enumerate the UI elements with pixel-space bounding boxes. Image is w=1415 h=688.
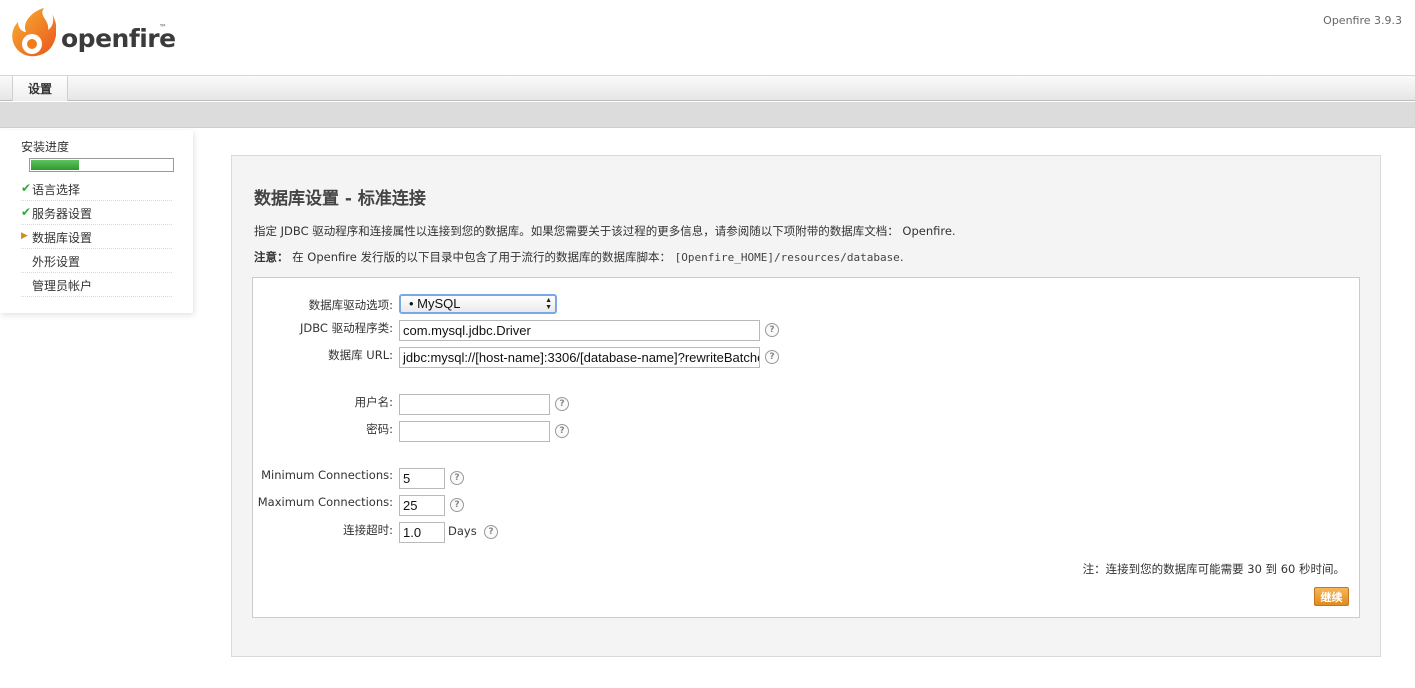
setup-progress-sidebar: 安装进度 ✔ 语言选择 ✔ 服务器设置 ▶ 数据库设置 外形设置 管理员帐户: [0, 130, 193, 313]
sidebar-item-label: 管理员帐户: [32, 279, 93, 293]
sidebar-item-server[interactable]: ✔ 服务器设置: [21, 201, 172, 225]
min-connections-label: Minimum Connections:: [261, 468, 393, 482]
help-icon[interactable]: ?: [450, 498, 464, 512]
help-icon[interactable]: ?: [555, 424, 569, 438]
timeout-label: 连接超时:: [343, 523, 393, 537]
intro-text: 指定 JDBC 驱动程序和连接属性以连接到您的数据库。如果您需要关于该过程的更多…: [254, 224, 956, 238]
check-icon: ✔: [21, 205, 32, 219]
version-label: Openfire 3.9.3: [1323, 14, 1402, 27]
sidebar-item-label: 外形设置: [32, 255, 81, 269]
db-url-label: 数据库 URL:: [328, 348, 393, 362]
note-body: 在 Openfire 发行版的以下目录中包含了用于流行的数据库的数据库脚本：: [292, 250, 671, 264]
sidebar-item-admin-account: 管理员帐户: [21, 273, 172, 297]
sidebar-item-database[interactable]: ▶ 数据库设置: [21, 225, 172, 249]
select-arrows-icon: ▲ ▼: [545, 297, 552, 311]
trademark: ™: [159, 23, 167, 32]
username-label: 用户名:: [354, 395, 393, 409]
database-driver-select[interactable]: • MySQL ▲ ▼: [399, 294, 557, 314]
timeout-unit: Days: [448, 524, 477, 538]
max-connections-input[interactable]: 25: [399, 495, 445, 516]
help-icon[interactable]: ?: [555, 397, 569, 411]
db-url-input[interactable]: jdbc:mysql://[host-name]:3306/[database-…: [399, 347, 760, 368]
sidebar-item-appearance: 外形设置: [21, 249, 172, 273]
username-input[interactable]: [399, 394, 550, 415]
connection-time-note: 注：连接到您的数据库可能需要 30 到 60 秒时间。: [1082, 562, 1345, 576]
sidebar-item-label: 语言选择: [32, 183, 81, 197]
tab-bar: 设置: [0, 76, 1415, 101]
help-icon[interactable]: ?: [450, 471, 464, 485]
note-label: 注意：: [254, 250, 289, 264]
sidebar-item-label: 数据库设置: [32, 231, 93, 245]
help-icon[interactable]: ?: [765, 323, 779, 337]
flame-icon: [12, 8, 56, 57]
password-input[interactable]: [399, 421, 550, 442]
sub-nav-bar: [0, 102, 1415, 128]
sidebar-title: 安装进度: [21, 140, 70, 154]
main-panel: 数据库设置 - 标准连接 指定 JDBC 驱动程序和连接属性以连接到您的数据库。…: [231, 155, 1381, 657]
database-form: 数据库驱动选项: • MySQL ▲ ▼ JDBC 驱动程序类: com.mysq…: [252, 277, 1360, 618]
page-title: 数据库设置 - 标准连接: [254, 189, 426, 209]
sidebar-item-language[interactable]: ✔ 语言选择: [21, 177, 172, 201]
note-text: 注意： 在 Openfire 发行版的以下目录中包含了用于流行的数据库的数据库脚…: [254, 249, 903, 265]
header: openfire ™ Openfire 3.9.3: [0, 0, 1415, 76]
max-connections-label: Maximum Connections:: [257, 495, 393, 509]
check-icon: ✔: [21, 181, 32, 195]
min-connections-input[interactable]: 5: [399, 468, 445, 489]
help-icon[interactable]: ?: [484, 525, 498, 539]
note-end: .: [899, 250, 904, 264]
progress-fill: [31, 160, 80, 170]
jdbc-driver-label: JDBC 驱动程序类:: [300, 321, 393, 335]
progress-bar: [29, 158, 174, 172]
sidebar-item-label: 服务器设置: [32, 207, 93, 221]
jdbc-driver-input[interactable]: com.mysql.jdbc.Driver: [399, 320, 760, 341]
tab-setup[interactable]: 设置: [12, 76, 68, 101]
driver-select-value: • MySQL: [409, 296, 461, 311]
openfire-logo[interactable]: openfire ™: [8, 6, 178, 62]
arrow-right-icon: ▶: [21, 231, 28, 241]
password-label: 密码:: [366, 422, 393, 436]
continue-button[interactable]: 继续: [1314, 587, 1349, 606]
note-path: [Openfire_HOME]/resources/database: [674, 251, 900, 264]
help-icon[interactable]: ?: [765, 350, 779, 364]
timeout-input[interactable]: 1.0: [399, 522, 445, 543]
driver-select-label: 数据库驱动选项:: [308, 298, 393, 312]
